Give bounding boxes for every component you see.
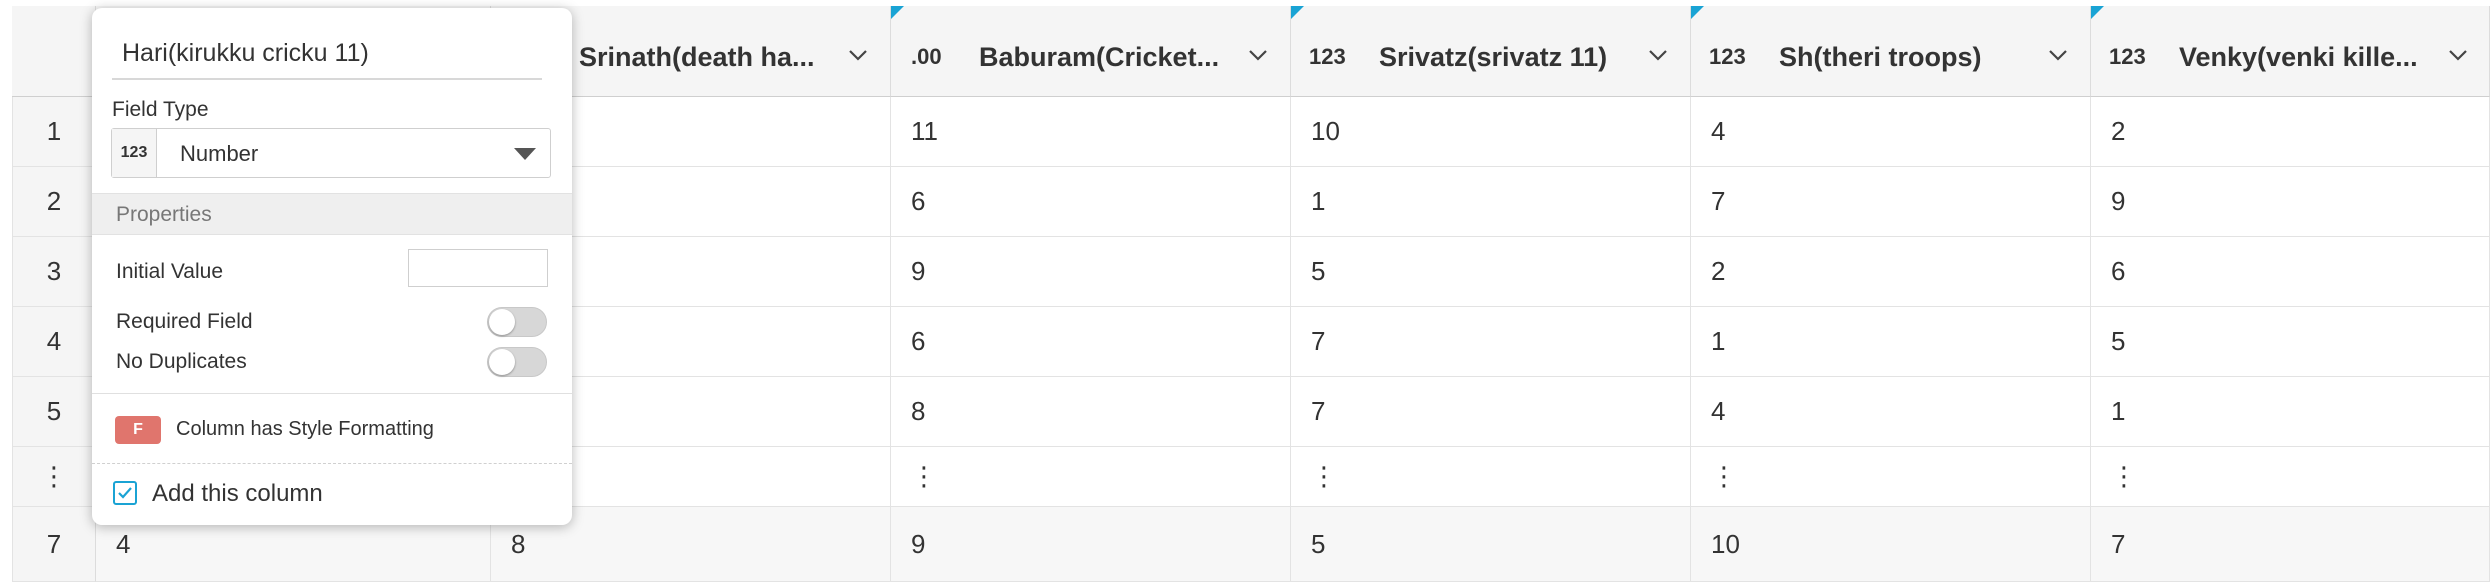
no-duplicates-toggle[interactable] [487, 347, 547, 377]
divider [92, 393, 572, 394]
column-title: Baburam(Cricket... [979, 42, 1219, 72]
chevron-down-icon[interactable] [2045, 42, 2071, 68]
table-cell[interactable]: 9 [891, 507, 1291, 582]
table-cell[interactable]: 1 [1291, 167, 1691, 237]
table-cell[interactable]: 7 [2091, 507, 2490, 582]
column-title: Srinath(death ha... [579, 42, 815, 72]
column-type-badge: .00 [911, 44, 942, 69]
add-column-checkbox[interactable] [113, 481, 137, 505]
table-cell[interactable]: 7 [1291, 307, 1691, 377]
column-header-3[interactable]: 123 Srivatz(srivatz 11) [1291, 6, 1691, 97]
chevron-down-icon[interactable] [845, 42, 871, 68]
table-cell[interactable]: 4 [1691, 377, 2091, 447]
table-cell[interactable]: 1 [1691, 307, 2091, 377]
add-column-label[interactable]: Add this column [152, 480, 323, 508]
initial-value-label: Initial Value [116, 260, 224, 283]
required-field-label: Required Field [116, 310, 253, 333]
table-cell[interactable]: 9 [891, 237, 1291, 307]
column-type-badge: 123 [1709, 44, 1746, 69]
number-type-icon: 123 [112, 129, 157, 177]
table-cell: ⋮ [2091, 447, 2490, 507]
chevron-down-icon[interactable] [2445, 42, 2471, 68]
table-cell[interactable]: 6 [891, 167, 1291, 237]
table-cell[interactable]: 6 [891, 307, 1291, 377]
table-cell[interactable]: 1 [2091, 377, 2490, 447]
table-cell[interactable]: 2 [1691, 237, 2091, 307]
field-type-select[interactable]: 123 Number [111, 128, 551, 178]
row-number[interactable]: 1 [12, 97, 96, 167]
table-cell[interactable]: 8 [891, 377, 1291, 447]
table-cell[interactable]: 5 [1291, 237, 1691, 307]
row-number[interactable]: 4 [12, 307, 96, 377]
column-type-badge: 123 [1309, 44, 1346, 69]
no-duplicates-label: No Duplicates [116, 350, 247, 373]
toggle-knob [489, 349, 515, 375]
field-type-value: Number [180, 141, 259, 166]
initial-value-input[interactable] [408, 249, 548, 287]
column-settings-popup: Field Type 123 Number Properties Initial… [92, 8, 572, 525]
column-type-badge: 123 [2109, 44, 2146, 69]
toggle-knob [489, 309, 515, 335]
table-cell: ⋮ [1291, 447, 1691, 507]
column-header-5[interactable]: 123 Venky(venki kille... [2091, 6, 2490, 97]
field-type-label: Field Type [112, 98, 209, 121]
column-flag-marker [1691, 6, 1704, 19]
table-cell[interactable]: 9 [2091, 167, 2490, 237]
table-cell[interactable]: 6 [2091, 237, 2490, 307]
row-number[interactable]: 2 [12, 167, 96, 237]
table-cell: ⋮ [1691, 447, 2091, 507]
table-cell[interactable]: 7 [1691, 167, 2091, 237]
divider [92, 463, 572, 464]
properties-section-header: Properties [92, 193, 572, 235]
chevron-down-icon[interactable] [1245, 42, 1271, 68]
row-header-corner [12, 6, 96, 97]
column-title: Srivatz(srivatz 11) [1379, 42, 1608, 72]
row-number[interactable]: 3 [12, 237, 96, 307]
table-cell[interactable]: 11 [891, 97, 1291, 167]
properties-label: Properties [116, 203, 212, 226]
table-cell[interactable]: 10 [1691, 507, 2091, 582]
column-flag-marker [2091, 6, 2104, 19]
style-formatting-label: Column has Style Formatting [176, 418, 434, 440]
column-flag-marker [1291, 6, 1304, 19]
row-ellipsis[interactable]: ⋮ [12, 447, 96, 507]
style-formatting-badge: F [115, 416, 161, 444]
dropdown-caret-icon [514, 148, 536, 160]
column-name-input[interactable] [112, 28, 542, 80]
table-cell: ⋮ [891, 447, 1291, 507]
column-header-2[interactable]: .00 Baburam(Cricket... [891, 6, 1291, 97]
table-cell[interactable]: 2 [2091, 97, 2490, 167]
table-cell[interactable]: 7 [1291, 377, 1691, 447]
table-cell[interactable]: 5 [2091, 307, 2490, 377]
checkmark-icon [118, 487, 132, 499]
column-title: Venky(venki kille... [2179, 42, 2418, 72]
required-field-toggle[interactable] [487, 307, 547, 337]
table-cell[interactable]: 10 [1291, 97, 1691, 167]
column-flag-marker [891, 6, 904, 19]
column-header-4[interactable]: 123 Sh(theri troops) [1691, 6, 2091, 97]
table-cell[interactable]: 4 [1691, 97, 2091, 167]
table-cell[interactable]: 5 [1291, 507, 1691, 582]
row-number[interactable]: 5 [12, 377, 96, 447]
chevron-down-icon[interactable] [1645, 42, 1671, 68]
row-number[interactable]: 7 [12, 507, 96, 582]
column-title: Sh(theri troops) [1779, 42, 1982, 72]
